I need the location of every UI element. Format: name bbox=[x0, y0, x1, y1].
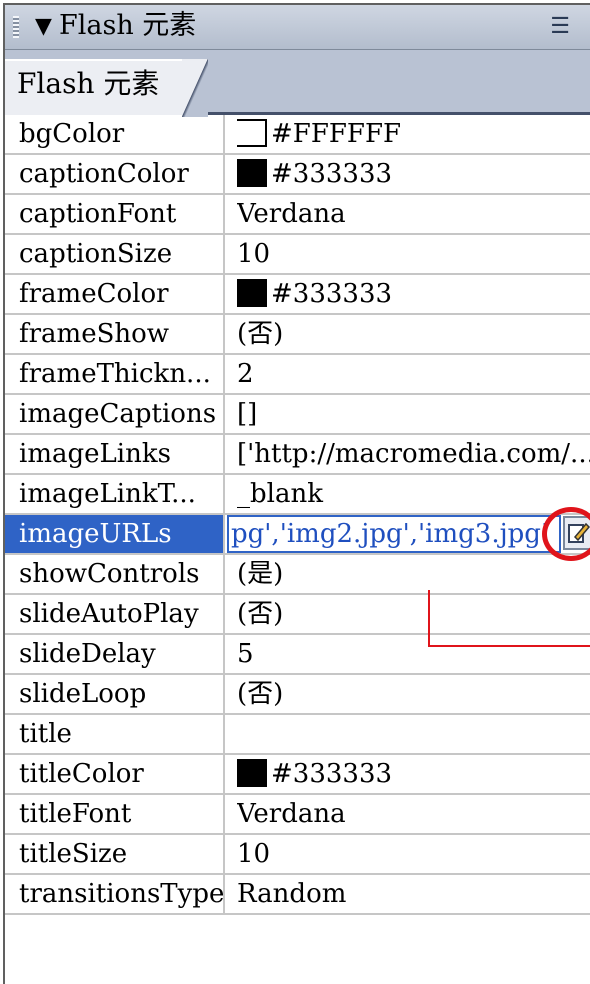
property-value[interactable]: Random bbox=[237, 875, 590, 913]
property-value[interactable]: 10 bbox=[237, 235, 590, 273]
property-row[interactable]: titleSize 10 bbox=[5, 835, 590, 875]
property-value[interactable]: _blank bbox=[237, 475, 590, 513]
property-name[interactable]: captionFont bbox=[5, 195, 225, 233]
property-name[interactable]: frameThickn... bbox=[5, 355, 225, 393]
property-name[interactable]: showControls bbox=[5, 555, 225, 593]
property-value-text: (否) bbox=[237, 679, 284, 709]
property-value[interactable]: #FFFFFF bbox=[237, 115, 590, 153]
property-row[interactable]: slideDelay 5 bbox=[5, 635, 590, 675]
property-value[interactable]: ['http://macromedia.com/... bbox=[237, 435, 590, 473]
property-value[interactable] bbox=[237, 715, 590, 753]
options-menu-icon[interactable]: ☰ bbox=[550, 12, 570, 42]
property-value-text: [] bbox=[237, 399, 258, 429]
property-row[interactable]: titleColor #333333 bbox=[5, 755, 590, 795]
property-value[interactable]: [] bbox=[237, 395, 590, 433]
property-row[interactable]: bgColor #FFFFFF bbox=[5, 115, 590, 155]
property-grid: bgColor #FFFFFF captionColor #333333 caption… bbox=[5, 115, 590, 915]
property-name[interactable]: frameShow bbox=[5, 315, 225, 353]
property-name[interactable]: imageCaptions bbox=[5, 395, 225, 433]
property-value[interactable]: #333333 bbox=[237, 155, 590, 193]
tab-strip: Flash 元素 bbox=[5, 50, 590, 117]
property-value[interactable]: (否) bbox=[237, 675, 590, 713]
property-value[interactable]: Verdana bbox=[237, 795, 590, 833]
property-row[interactable]: showControls (是) bbox=[5, 555, 590, 595]
color-swatch[interactable] bbox=[237, 759, 267, 787]
panel-title: Flash 元素 bbox=[59, 10, 197, 41]
property-name[interactable]: slideLoop bbox=[5, 675, 225, 713]
property-name[interactable]: captionSize bbox=[5, 235, 225, 273]
callout-line bbox=[428, 590, 430, 647]
property-row[interactable]: imageURLs pg','img2.jpg','img3.jpg' bbox=[5, 507, 590, 561]
property-value-text: 10 bbox=[237, 239, 271, 269]
flash-elements-panel: ▼ Flash 元素 ☰ Flash 元素 bgColor #FFFFFF capt… bbox=[3, 3, 590, 984]
property-name[interactable]: slideAutoPlay bbox=[5, 595, 225, 633]
property-row[interactable]: frameThickn... 2 bbox=[5, 355, 590, 395]
property-value-text: ['http://macromedia.com/... bbox=[237, 439, 590, 469]
property-row[interactable]: titleFont Verdana bbox=[5, 795, 590, 835]
property-row[interactable]: frameColor #333333 bbox=[5, 275, 590, 315]
tab-flash-elements[interactable]: Flash 元素 bbox=[5, 59, 208, 117]
property-name[interactable]: imageURLs bbox=[5, 515, 225, 553]
color-swatch[interactable] bbox=[237, 279, 267, 307]
property-row[interactable]: frameShow (否) bbox=[5, 315, 590, 355]
edit-list-button[interactable] bbox=[563, 516, 590, 550]
property-value-text: #333333 bbox=[271, 279, 393, 309]
property-row[interactable]: title bbox=[5, 715, 590, 755]
property-value-text: #333333 bbox=[271, 159, 393, 189]
property-value-text: #333333 bbox=[271, 759, 393, 789]
property-value-text: Verdana bbox=[237, 799, 346, 829]
property-value-text: (是) bbox=[237, 559, 284, 589]
property-value[interactable]: Verdana bbox=[237, 195, 590, 233]
property-value-text: Verdana bbox=[237, 199, 346, 229]
property-value-input[interactable]: pg','img2.jpg','img3.jpg' bbox=[227, 515, 561, 553]
property-value[interactable]: 5 bbox=[237, 635, 590, 673]
property-value[interactable]: #333333 bbox=[237, 755, 590, 793]
property-name[interactable]: imageLinks bbox=[5, 435, 225, 473]
panel-grip-icon[interactable] bbox=[13, 16, 19, 38]
callout-line bbox=[428, 645, 590, 647]
property-value[interactable]: (否) bbox=[237, 315, 590, 353]
property-value-text: #FFFFFF bbox=[271, 119, 402, 149]
property-value[interactable]: 10 bbox=[237, 835, 590, 873]
color-swatch[interactable] bbox=[237, 119, 267, 147]
panel-title-bar[interactable]: ▼ Flash 元素 ☰ bbox=[5, 5, 590, 50]
property-row[interactable]: imageCaptions [] bbox=[5, 395, 590, 435]
property-value-text: 5 bbox=[237, 639, 254, 669]
color-swatch[interactable] bbox=[237, 159, 267, 187]
property-row[interactable]: imageLinks ['http://macromedia.com/... bbox=[5, 435, 590, 475]
property-name[interactable]: transitionsType bbox=[5, 875, 225, 913]
property-name[interactable]: imageLinkT... bbox=[5, 475, 225, 513]
property-row[interactable]: slideLoop (否) bbox=[5, 675, 590, 715]
property-value-text: (否) bbox=[237, 599, 284, 629]
property-row[interactable]: transitionsType Random bbox=[5, 875, 590, 915]
property-value[interactable]: (否) bbox=[237, 595, 590, 633]
property-row[interactable]: imageLinkT... _blank bbox=[5, 475, 590, 515]
property-row[interactable]: slideAutoPlay (否) bbox=[5, 595, 590, 635]
collapse-triangle-icon[interactable]: ▼ bbox=[35, 11, 52, 43]
property-name[interactable]: captionColor bbox=[5, 155, 225, 193]
property-name[interactable]: titleFont bbox=[5, 795, 225, 833]
property-value[interactable]: #333333 bbox=[237, 275, 590, 313]
pencil-edit-icon bbox=[568, 522, 590, 543]
property-name[interactable]: slideDelay bbox=[5, 635, 225, 673]
property-name[interactable]: titleSize bbox=[5, 835, 225, 873]
property-row[interactable]: captionSize 10 bbox=[5, 235, 590, 275]
property-value-text: 10 bbox=[237, 839, 271, 869]
property-row[interactable]: captionColor #333333 bbox=[5, 155, 590, 195]
property-value-text: _blank bbox=[237, 479, 323, 509]
property-value-text: 2 bbox=[237, 359, 254, 389]
property-value-text: Random bbox=[237, 879, 347, 909]
property-row[interactable]: captionFont Verdana bbox=[5, 195, 590, 235]
property-value-text: (否) bbox=[237, 319, 284, 349]
property-name[interactable]: bgColor bbox=[5, 115, 225, 153]
property-name[interactable]: frameColor bbox=[5, 275, 225, 313]
property-name[interactable]: title bbox=[5, 715, 225, 753]
property-name[interactable]: titleColor bbox=[5, 755, 225, 793]
property-value[interactable]: 2 bbox=[237, 355, 590, 393]
property-value[interactable]: (是) bbox=[237, 555, 590, 593]
